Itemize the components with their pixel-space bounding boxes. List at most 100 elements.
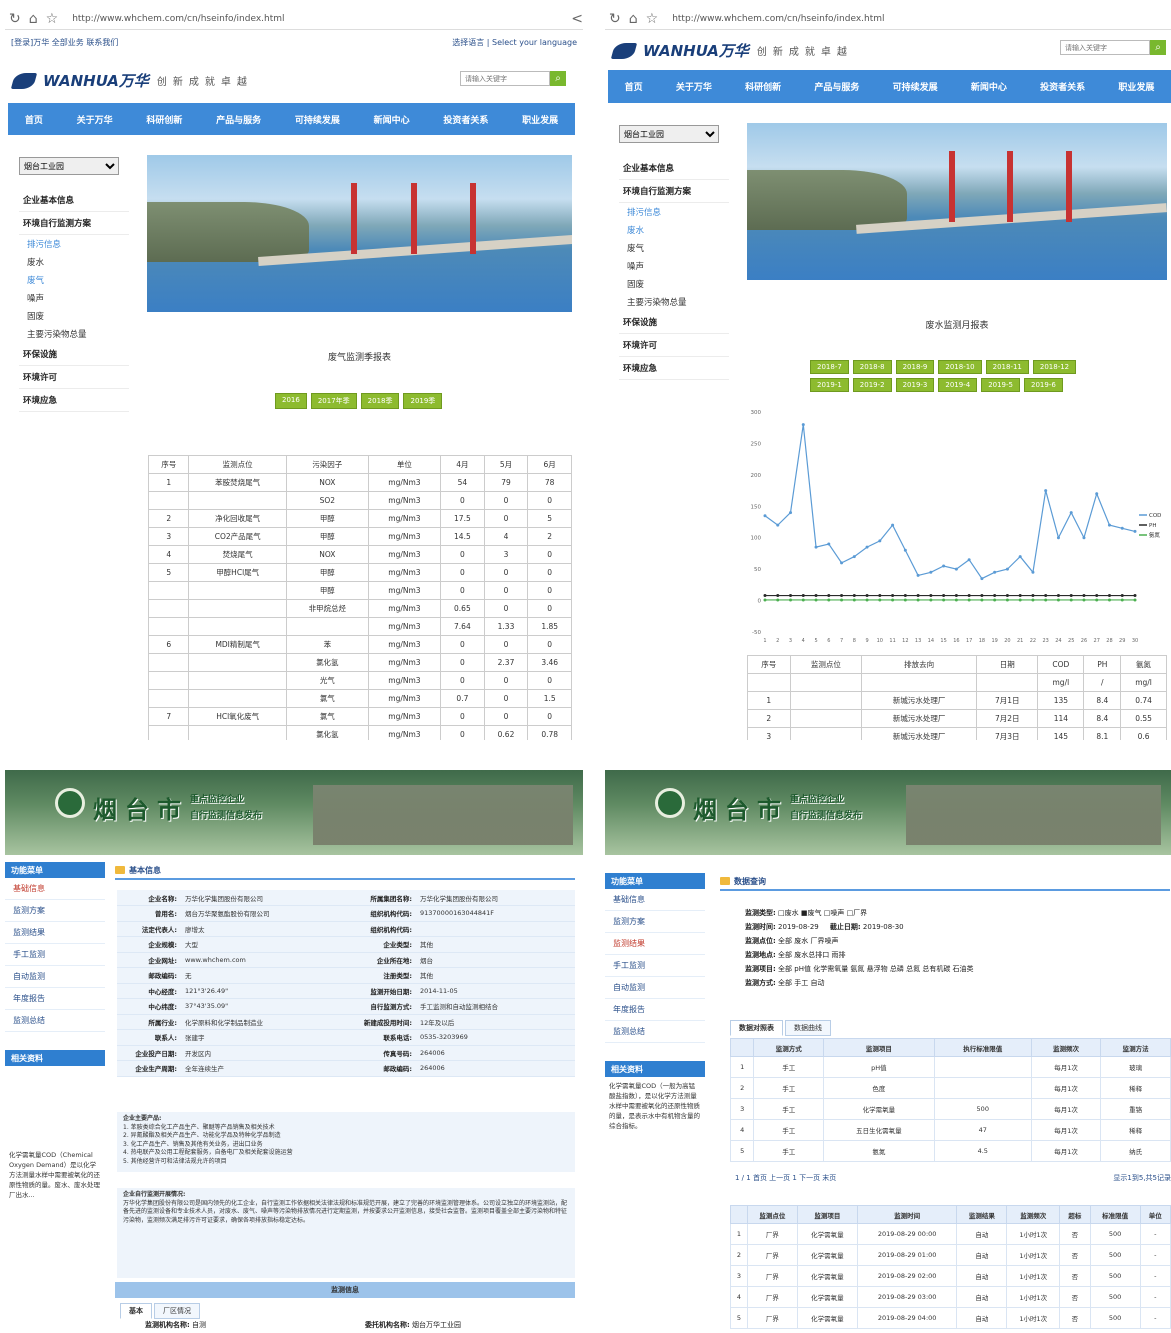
side-item[interactable]: 环境许可 <box>19 366 129 389</box>
tab-data-table[interactable]: 数据对照表 <box>730 1020 783 1036</box>
side-item[interactable]: 企业基本信息 <box>19 189 129 212</box>
month-button[interactable]: 2018-7 <box>810 360 849 374</box>
year-button[interactable]: 2018季 <box>360 393 400 409</box>
filter-item[interactable]: 监测项目: 全部 pH值 化学需氧量 氨氮 悬浮物 总磷 总氮 总有机碳 石油类 <box>745 962 1165 976</box>
side-sub[interactable]: 废水 <box>619 221 729 239</box>
url-field[interactable]: http://www.whchem.com/cn/hseinfo/index.h… <box>666 14 1171 24</box>
menu-item[interactable]: 基础信息 <box>5 878 105 900</box>
tab-basic[interactable]: 基本 <box>120 1303 152 1319</box>
month-button[interactable]: 2018-11 <box>985 360 1029 374</box>
refresh-icon[interactable]: ↻ <box>609 11 621 27</box>
search-input[interactable] <box>460 71 550 86</box>
side-sub[interactable]: 固废 <box>619 275 729 293</box>
year-button[interactable]: 2017年季 <box>310 393 357 409</box>
filter-site[interactable]: 监测点位: 全部 废水 厂界噪声 <box>745 934 1165 948</box>
month-button[interactable]: 2018-12 <box>1032 360 1077 374</box>
month-button[interactable]: 2019-4 <box>938 378 978 392</box>
star-icon[interactable]: ☆ <box>46 11 59 27</box>
side-item[interactable]: 企业基本信息 <box>619 157 729 180</box>
search-input[interactable] <box>1060 40 1150 55</box>
menu-item[interactable]: 监测方案 <box>5 900 105 922</box>
side-sub[interactable]: 噪声 <box>619 257 729 275</box>
month-button[interactable]: 2018-10 <box>938 360 982 374</box>
nav-item[interactable]: 可持续发展 <box>893 80 938 93</box>
side-item[interactable]: 环保设施 <box>619 311 729 334</box>
nav-item[interactable]: 投资者关系 <box>443 113 488 126</box>
filter-place[interactable]: 监测地点: 全部 废水总排口 雨排 <box>745 948 1165 962</box>
search-icon[interactable]: ⌕ <box>550 71 566 86</box>
side-group[interactable]: 排污信息 <box>19 235 129 253</box>
month-button[interactable]: 2018-8 <box>852 360 892 374</box>
side-sub[interactable]: 主要污染物总量 <box>619 293 729 311</box>
top-links[interactable]: [登录]万华 全部业务 联系我们 <box>11 37 118 51</box>
park-select[interactable]: 烟台工业园 <box>619 125 719 143</box>
url-field[interactable]: http://www.whchem.com/cn/hseinfo/index.h… <box>66 14 563 24</box>
nav-item[interactable]: 投资者关系 <box>1040 80 1085 93</box>
menu-item[interactable]: 自动监测 <box>605 977 705 999</box>
pagination[interactable]: 1 / 1 首页 上一页 1 下一页 末页 显示1到5,共5记录 <box>735 1173 1171 1183</box>
nav-item[interactable]: 职业发展 <box>1118 80 1154 93</box>
side-sub[interactable]: 主要污染物总量 <box>19 325 129 343</box>
home-icon[interactable]: ⌂ <box>629 11 638 27</box>
menu-item[interactable]: 手工监测 <box>605 955 705 977</box>
month-button[interactable]: 2019-5 <box>981 378 1020 392</box>
nav-item[interactable]: 产品与服务 <box>216 113 261 126</box>
nav-item[interactable]: 新闻中心 <box>971 80 1007 93</box>
side-item[interactable]: 环境自行监测方案 <box>19 212 129 235</box>
side-group[interactable]: 排污信息 <box>619 203 729 221</box>
side-sub[interactable]: 废气 <box>619 239 729 257</box>
side-item[interactable]: 环境自行监测方案 <box>619 180 729 203</box>
menu-item[interactable]: 监测结果 <box>605 933 705 955</box>
side-item[interactable]: 环境许可 <box>619 334 729 357</box>
side-sub[interactable]: 废气 <box>19 271 129 289</box>
side-sub[interactable]: 噪声 <box>19 289 129 307</box>
month-button[interactable]: 2019-2 <box>852 378 892 392</box>
pager-controls[interactable]: 1 / 1 首页 上一页 1 下一页 末页 <box>735 1173 836 1183</box>
nav-item[interactable]: 科研创新 <box>745 80 781 93</box>
month-button[interactable]: 2018-9 <box>895 360 935 374</box>
month-button[interactable]: 2019-3 <box>895 378 935 392</box>
year-button[interactable]: 2016 <box>275 393 307 409</box>
wanhua-logo[interactable]: WANHUA万华 创新成就卓越 <box>610 40 853 61</box>
tab-site[interactable]: 厂区情况 <box>154 1303 200 1319</box>
menu-item[interactable]: 年度报告 <box>605 999 705 1021</box>
nav-item[interactable]: 首页 <box>625 80 643 93</box>
wanhua-logo[interactable]: WANHUA万华 创新成就卓越 <box>10 70 253 91</box>
nav-item[interactable]: 关于万华 <box>676 80 712 93</box>
month-button[interactable]: 2019-1 <box>810 378 849 392</box>
side-sub[interactable]: 固废 <box>19 307 129 325</box>
month-button[interactable]: 2019-6 <box>1023 378 1063 392</box>
filter-type[interactable]: 监测类型: □废水 ■废气 □噪声 □厂界 <box>745 906 1165 920</box>
menu-item[interactable]: 监测总结 <box>605 1021 705 1043</box>
menu-item[interactable]: 基础信息 <box>605 889 705 911</box>
nav-item[interactable]: 关于万华 <box>77 113 113 126</box>
park-select[interactable]: 烟台工业园 <box>19 157 119 175</box>
nav-item[interactable]: 新闻中心 <box>374 113 410 126</box>
nav-item[interactable]: 职业发展 <box>522 113 558 126</box>
menu-item[interactable]: 手工监测 <box>5 944 105 966</box>
nav-item[interactable]: 可持续发展 <box>295 113 340 126</box>
nav-item[interactable]: 首页 <box>25 113 43 126</box>
side-sub[interactable]: 废水 <box>19 253 129 271</box>
home-icon[interactable]: ⌂ <box>29 11 38 27</box>
data-point <box>1095 594 1099 598</box>
language-select[interactable]: 选择语言 | Select your language <box>452 37 577 51</box>
star-icon[interactable]: ☆ <box>646 11 659 27</box>
side-item[interactable]: 环保设施 <box>19 343 129 366</box>
share-icon[interactable]: < <box>571 11 583 27</box>
tab-data-curve[interactable]: 数据曲线 <box>785 1020 831 1036</box>
side-item[interactable]: 环境应急 <box>19 389 129 412</box>
menu-item[interactable]: 监测方案 <box>605 911 705 933</box>
filter-mode[interactable]: 监测方式: 全部 手工 自动 <box>745 976 1165 990</box>
menu-item[interactable]: 年度报告 <box>5 988 105 1010</box>
filter-date[interactable]: 监测时间: 2019-08-29 截止日期: 2019-08-30 <box>745 920 1165 934</box>
refresh-icon[interactable]: ↻ <box>9 11 21 27</box>
menu-item[interactable]: 监测总结 <box>5 1010 105 1032</box>
nav-item[interactable]: 科研创新 <box>146 113 182 126</box>
search-icon[interactable]: ⌕ <box>1150 40 1166 55</box>
side-item[interactable]: 环境应急 <box>619 357 729 380</box>
year-button[interactable]: 2019季 <box>403 393 443 409</box>
menu-item[interactable]: 自动监测 <box>5 966 105 988</box>
menu-item[interactable]: 监测结果 <box>5 922 105 944</box>
nav-item[interactable]: 产品与服务 <box>814 80 859 93</box>
